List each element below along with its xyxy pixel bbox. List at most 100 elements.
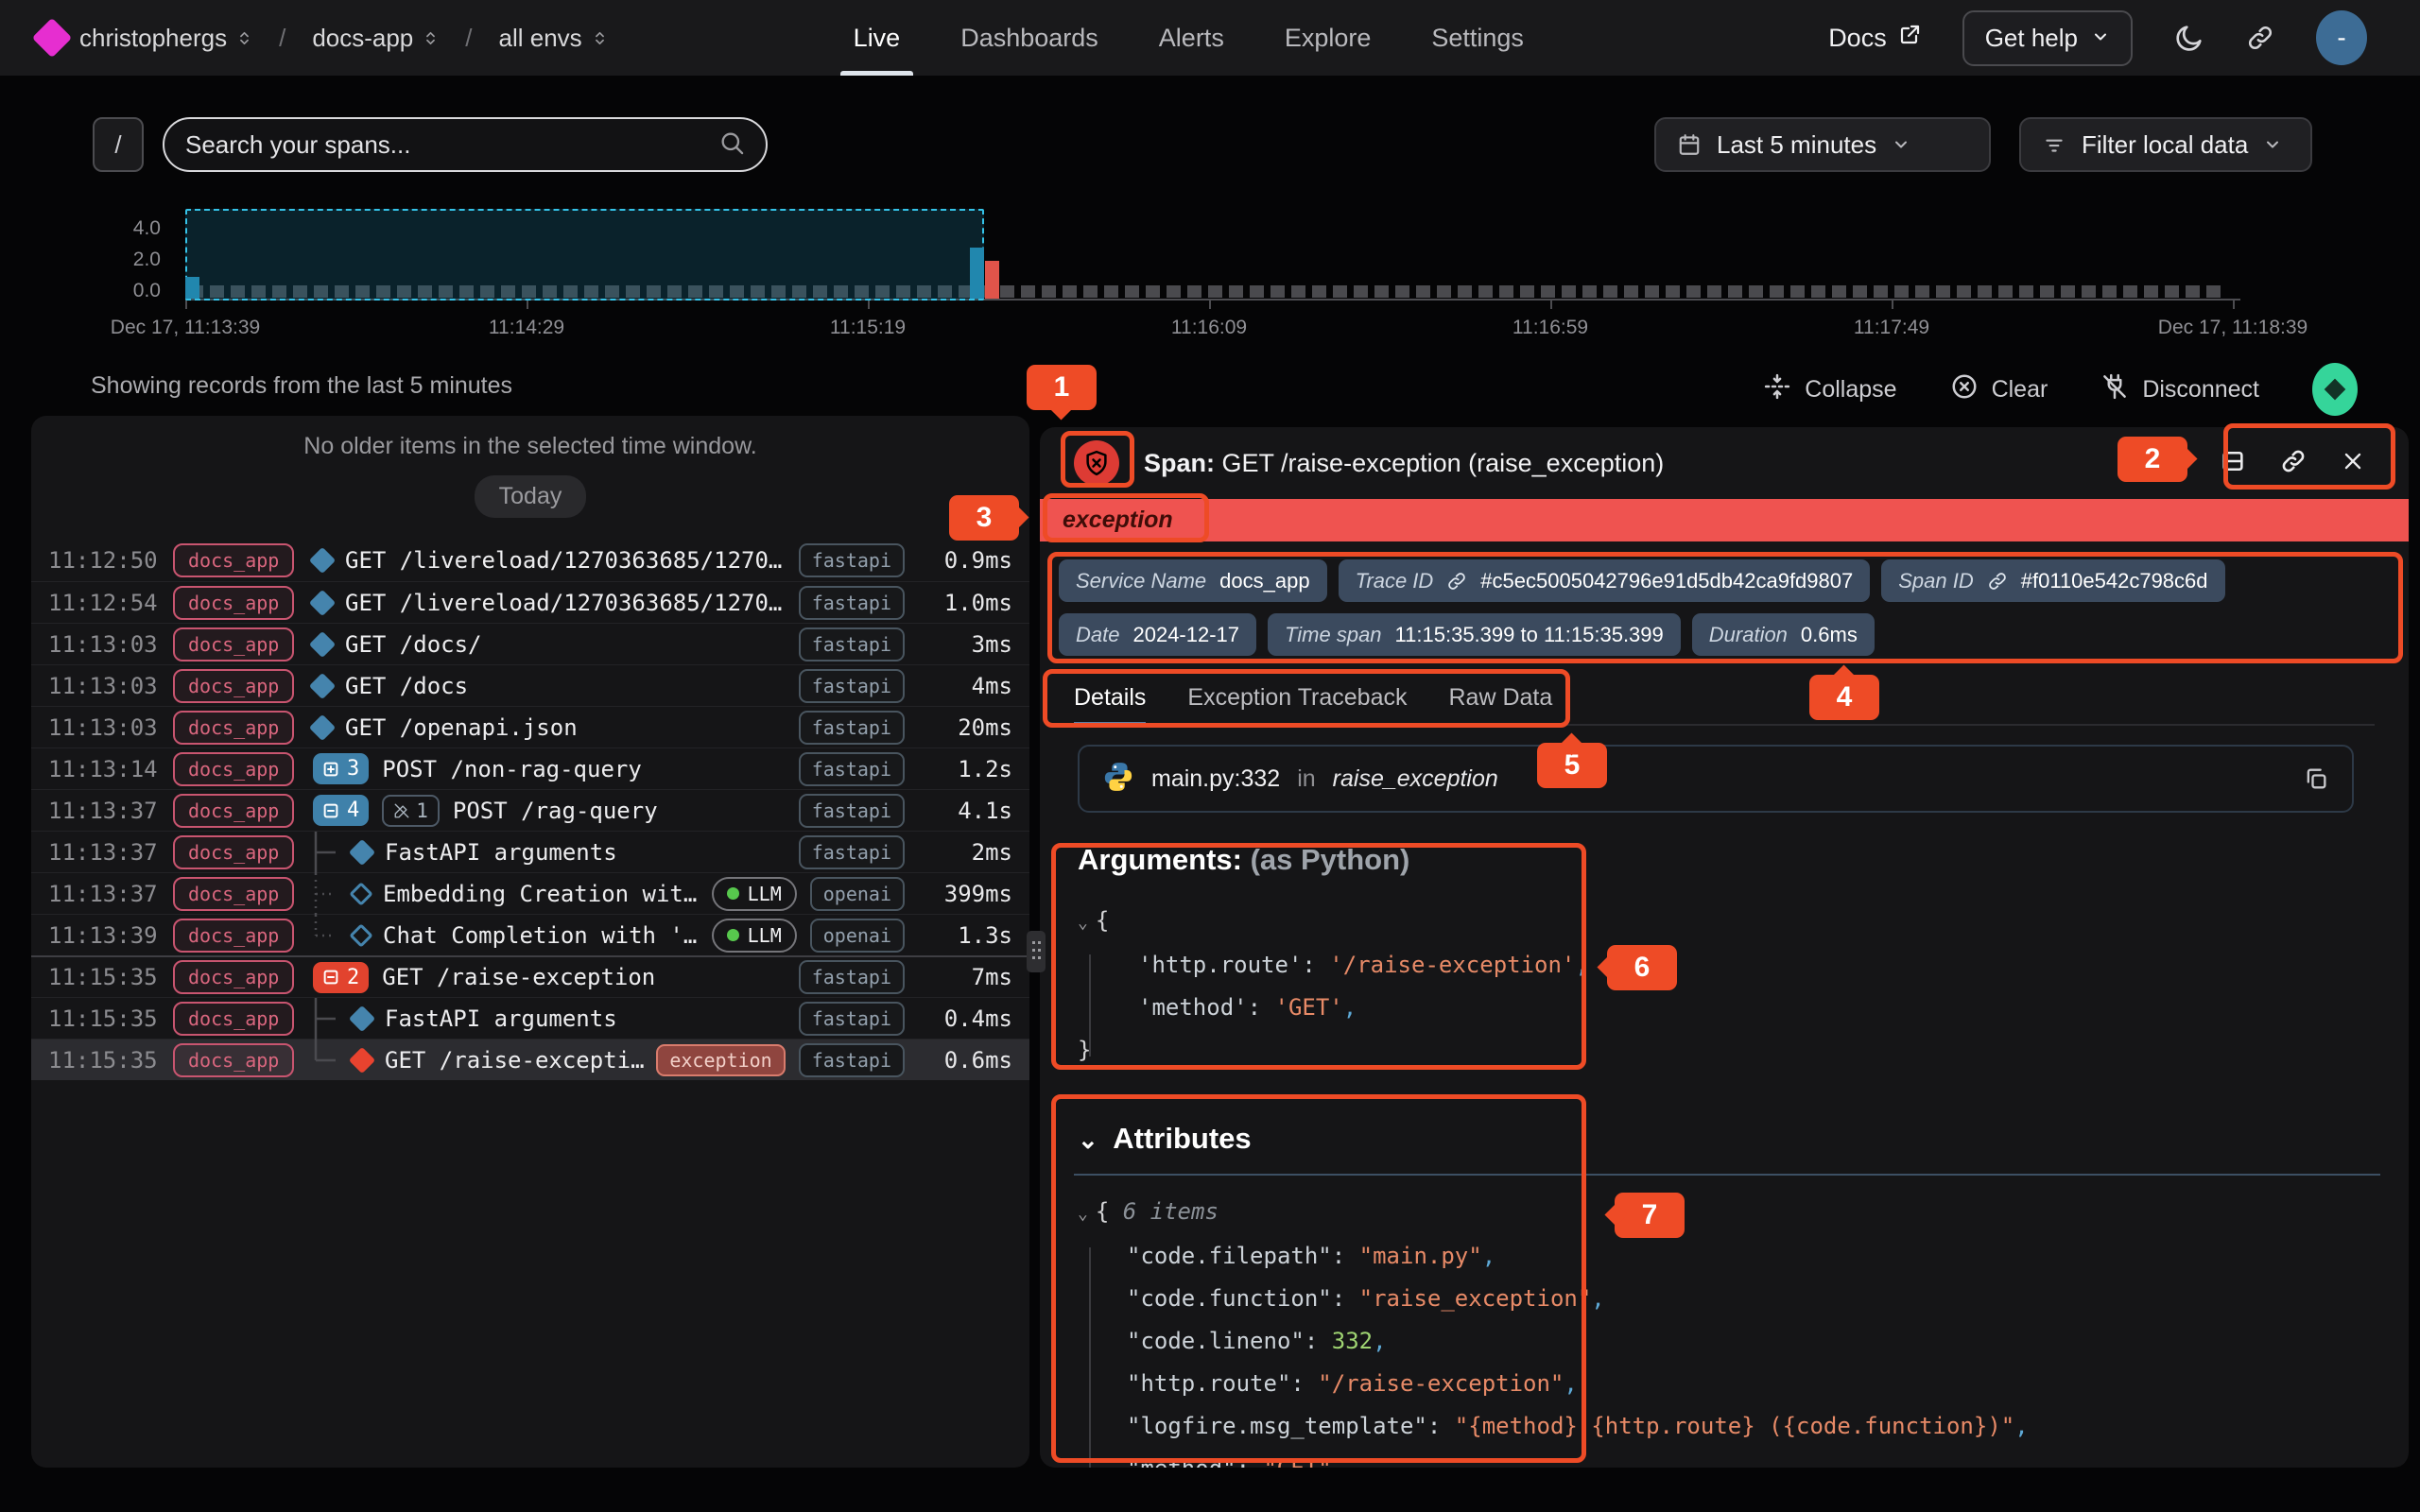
framework-tag: fastapi xyxy=(799,835,905,869)
service-badge: docs_app xyxy=(173,586,294,620)
nav-tab-alerts[interactable]: Alerts xyxy=(1159,0,1224,76)
framework-tag: openai xyxy=(810,919,905,953)
chevron-updown-icon xyxy=(592,24,608,53)
disconnect-button[interactable]: Disconnect xyxy=(2100,372,2259,407)
theme-toggle-button[interactable] xyxy=(2174,23,2204,53)
chevron-down-icon xyxy=(2091,24,2110,53)
env-selector[interactable]: all envs xyxy=(499,24,608,53)
span-row[interactable]: 11:13:37docs_appEmbedding Creation wit…L… xyxy=(31,872,1029,914)
span-row[interactable]: 11:15:35docs_appFastAPI argumentsfastapi… xyxy=(31,997,1029,1039)
service-badge: docs_app xyxy=(173,627,294,662)
service-badge: docs_app xyxy=(173,960,294,994)
span-row[interactable]: 11:15:35docs_appGET /raise-exception …ex… xyxy=(31,1039,1029,1080)
span-row[interactable]: 11:13:37docs_appFastAPI argumentsfastapi… xyxy=(31,831,1029,872)
span-timestamp: 11:15:35 xyxy=(48,1005,173,1032)
span-timestamp: 11:15:35 xyxy=(48,1047,173,1074)
share-link-button[interactable] xyxy=(2246,24,2274,52)
time-range-label: Last 5 minutes xyxy=(1717,130,1876,160)
span-timestamp: 11:15:35 xyxy=(48,964,173,990)
llm-dot-icon xyxy=(727,929,739,941)
chart-bar-errors xyxy=(985,261,999,299)
service-badge: docs_app xyxy=(173,1002,294,1036)
span-count-timeline-chart[interactable]: 4.02.00.0Dec 17, 11:13:3911:14:2911:15:1… xyxy=(0,201,2420,343)
nav-actions: Docs Get help - xyxy=(1828,10,2420,66)
source-location: main.py:332 in raise_exception xyxy=(1078,745,2354,813)
framework-tag: fastapi xyxy=(799,960,905,994)
meta-chip-trace-id[interactable]: Trace ID#c5ec5005042796e91d5db42ca9fd980… xyxy=(1339,559,1871,602)
framework-tag: fastapi xyxy=(799,1043,905,1077)
filter-local-data-button[interactable]: Filter local data xyxy=(2019,117,2312,172)
x-axis-tick xyxy=(185,301,187,309)
baseline-mark xyxy=(1437,285,1451,298)
span-duration: 0.9ms xyxy=(918,547,1012,574)
span-row[interactable]: 11:15:35docs_app2GET /raise-exceptionfas… xyxy=(31,955,1029,997)
copy-link-icon[interactable] xyxy=(2280,448,2307,479)
span-title-label: Span: xyxy=(1144,449,1215,477)
copy-icon[interactable] xyxy=(2303,765,2329,792)
source-function: raise_exception xyxy=(1333,765,1498,793)
baseline-mark xyxy=(1104,285,1118,298)
project-selector[interactable]: docs-app xyxy=(312,24,439,53)
baseline-mark xyxy=(2165,285,2179,298)
span-timestamp: 11:13:39 xyxy=(48,922,173,949)
service-badge: docs_app xyxy=(173,711,294,745)
span-row[interactable]: 11:13:39docs_appChat Completion with '…L… xyxy=(31,914,1029,955)
disconnect-icon xyxy=(2100,372,2129,407)
span-name: GET /docs xyxy=(345,673,468,699)
span-row[interactable]: 11:12:50docs_appGET /livereload/12703636… xyxy=(31,540,1029,581)
x-axis-label: 11:17:49 xyxy=(1854,317,1929,339)
span-row[interactable]: 11:13:03docs_appGET /openapi.jsonfastapi… xyxy=(31,706,1029,747)
baseline-mark xyxy=(1146,285,1160,298)
detail-tab-raw-data[interactable]: Raw Data xyxy=(1449,684,1553,724)
detail-tab-details[interactable]: Details xyxy=(1074,684,1146,724)
child-count-badge[interactable]: 4 xyxy=(313,795,369,826)
close-icon[interactable] xyxy=(2341,449,2365,478)
search-input[interactable] xyxy=(185,130,718,160)
span-kind-diamond-blue-icon xyxy=(309,713,336,740)
nav-tab-settings[interactable]: Settings xyxy=(1431,0,1524,76)
today-pill[interactable]: Today xyxy=(475,475,587,518)
org-selector[interactable]: christophergs xyxy=(79,24,252,53)
clear-button[interactable]: Clear xyxy=(1950,372,2048,407)
time-range-button[interactable]: Last 5 minutes xyxy=(1654,117,1991,172)
span-row[interactable]: 11:13:03docs_appGET /docsfastapi4ms xyxy=(31,664,1029,706)
collapse-button[interactable]: Collapse xyxy=(1763,372,1896,407)
dock-panel-icon[interactable] xyxy=(2220,448,2246,479)
meta-chip-span-id[interactable]: Span ID#f0110e542c798c6d xyxy=(1881,559,2224,602)
span-duration: 3ms xyxy=(918,631,1012,658)
span-timestamp: 11:13:14 xyxy=(48,756,173,782)
stream-controls: Collapse Clear Disconnect xyxy=(1763,363,2358,416)
span-row[interactable]: 11:13:14docs_app3POST /non-rag-queryfast… xyxy=(31,747,1029,789)
span-row[interactable]: 11:13:03docs_appGET /docs/fastapi3ms xyxy=(31,623,1029,664)
baseline-mark xyxy=(1915,285,1929,298)
time-selection-window[interactable] xyxy=(185,209,984,301)
get-help-button[interactable]: Get help xyxy=(1962,10,2133,66)
docs-link[interactable]: Docs xyxy=(1828,24,1921,53)
chevron-updown-icon xyxy=(236,24,252,53)
span-row[interactable]: 11:13:37docs_app41POST /rag-queryfastapi… xyxy=(31,789,1029,831)
framework-tag: openai xyxy=(810,877,905,911)
chevron-down-icon[interactable]: ⌄ xyxy=(1078,1125,1098,1154)
annotation-badge-4: 4 xyxy=(1809,675,1879,720)
span-list-panel: No older items in the selected time wind… xyxy=(31,416,1029,1468)
exception-banner: exception xyxy=(1040,499,2409,541)
nav-tab-explore[interactable]: Explore xyxy=(1285,0,1372,76)
span-row[interactable]: 11:12:54docs_appGET /livereload/12703636… xyxy=(31,581,1029,623)
detail-tab-exception-traceback[interactable]: Exception Traceback xyxy=(1187,684,1407,724)
child-count-badge[interactable]: 3 xyxy=(313,753,369,784)
baseline-mark xyxy=(1478,285,1493,298)
baseline-mark xyxy=(1229,285,1243,298)
panel-resize-handle[interactable] xyxy=(1027,931,1046,972)
nav-tab-dashboards[interactable]: Dashboards xyxy=(960,0,1098,76)
span-name: Chat Completion with '… xyxy=(383,922,697,949)
framework-tag: fastapi xyxy=(799,586,905,620)
x-axis-tick xyxy=(868,301,870,309)
baseline-mark xyxy=(1395,285,1409,298)
avatar[interactable]: - xyxy=(2316,10,2367,65)
breadcrumb-separator: / xyxy=(465,24,472,53)
child-count-badge[interactable]: 2 xyxy=(313,962,369,993)
baseline-mark xyxy=(1707,285,1721,298)
baseline-mark xyxy=(1063,285,1077,298)
nav-tab-live[interactable]: Live xyxy=(854,0,901,76)
baseline-mark xyxy=(1957,285,1971,298)
